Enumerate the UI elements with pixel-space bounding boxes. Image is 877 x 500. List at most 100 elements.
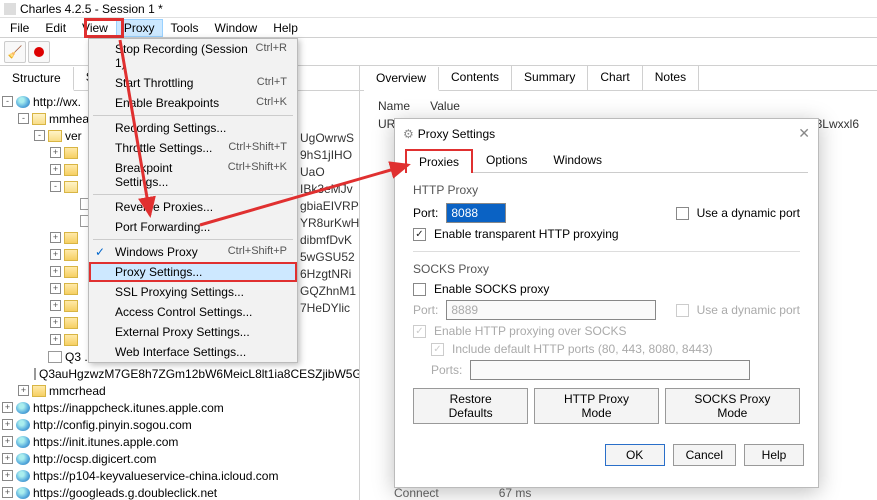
tree-expander[interactable]: + (2, 487, 13, 498)
tree-expander[interactable]: + (18, 385, 29, 396)
ok-button[interactable]: OK (605, 444, 665, 466)
menu-item-label: Port Forwarding... (115, 220, 210, 234)
tree-expander[interactable]: + (50, 334, 61, 345)
tree-expander[interactable]: + (50, 266, 61, 277)
status-row: Connect 67 ms (394, 486, 531, 500)
cancel-button[interactable]: Cancel (673, 444, 736, 466)
titlebar: Charles 4.2.5 - Session 1 * (0, 0, 877, 18)
folder-icon (64, 283, 78, 295)
menu-item[interactable]: Web Interface Settings... (89, 342, 297, 362)
menu-item[interactable]: ✓Windows ProxyCtrl+Shift+P (89, 242, 297, 262)
record-button[interactable] (28, 41, 50, 63)
tree-expander[interactable]: - (50, 181, 61, 192)
menu-item[interactable]: Start ThrottlingCtrl+T (89, 73, 297, 93)
dialog-title: Proxy Settings (418, 127, 495, 141)
ports-input (470, 360, 750, 380)
tab-structure[interactable]: Structure (0, 67, 74, 91)
tab-overview[interactable]: Overview (364, 67, 439, 91)
menu-file[interactable]: File (2, 19, 37, 37)
close-icon[interactable]: ✕ (798, 125, 810, 142)
menu-window[interactable]: Window (207, 19, 266, 37)
tree-expander[interactable]: + (50, 283, 61, 294)
dtab-proxies[interactable]: Proxies (405, 149, 473, 173)
include-default-ports-label: Include default HTTP ports (80, 443, 808… (452, 342, 713, 356)
tree-row[interactable]: +http://config.pinyin.sogou.com (2, 416, 357, 433)
dtab-windows[interactable]: Windows (540, 148, 615, 172)
http-proxy-mode-button[interactable]: HTTP Proxy Mode (534, 388, 658, 424)
tree-expander[interactable]: + (50, 147, 61, 158)
menu-item-label: Enable Breakpoints (115, 96, 219, 110)
tree-row[interactable]: +https://inappcheck.itunes.apple.com (2, 399, 357, 416)
http-port-input[interactable] (446, 203, 506, 223)
menu-item-label: Recording Settings... (115, 121, 226, 135)
app-icon (4, 3, 16, 15)
menu-shortcut: Ctrl+R (256, 42, 287, 70)
menu-item[interactable]: SSL Proxying Settings... (89, 282, 297, 302)
menu-view[interactable]: View (74, 19, 116, 37)
restore-defaults-button[interactable]: Restore Defaults (413, 388, 528, 424)
tree-expander[interactable]: + (50, 300, 61, 311)
file-icon (34, 368, 36, 380)
tree-row[interactable]: +https://p104-keyvalueservice-china.iclo… (2, 467, 357, 484)
tree-row[interactable]: +https://googleads.g.doubleclick.net (2, 484, 357, 500)
tree-row[interactable]: + http://ocsp.digicert.com (2, 450, 357, 467)
folder-icon (64, 249, 78, 261)
menu-item[interactable]: Breakpoint Settings...Ctrl+Shift+K (89, 158, 297, 192)
tab-contents[interactable]: Contents (439, 66, 512, 90)
menu-item[interactable]: External Proxy Settings... (89, 322, 297, 342)
transparent-checkbox[interactable] (413, 228, 426, 241)
tree-label: http://ocsp.digicert.com (33, 452, 156, 466)
menu-item[interactable]: Access Control Settings... (89, 302, 297, 322)
proxy-menu: Stop Recording (Session 1)Ctrl+RStart Th… (88, 38, 298, 363)
tree-expander[interactable]: + (50, 317, 61, 328)
menu-item[interactable]: Proxy Settings... (89, 262, 297, 282)
tree-expander[interactable]: - (34, 130, 45, 141)
menu-item[interactable]: Recording Settings... (89, 118, 297, 138)
tree-expander[interactable]: - (18, 113, 29, 124)
socks-dynamic-port-label: Use a dynamic port (697, 303, 800, 317)
menu-item[interactable]: Throttle Settings...Ctrl+Shift+T (89, 138, 297, 158)
globe-icon (16, 436, 30, 448)
window-title: Charles 4.2.5 - Session 1 * (20, 2, 163, 16)
menu-item[interactable]: Reverse Proxies... (89, 197, 297, 217)
tree-expander[interactable]: + (2, 419, 13, 430)
menu-item[interactable]: Port Forwarding... (89, 217, 297, 237)
proxy-settings-dialog: ⚙Proxy Settings ✕ Proxies Options Window… (394, 118, 819, 488)
enable-socks-checkbox[interactable] (413, 283, 426, 296)
menu-item-label: Web Interface Settings... (115, 345, 246, 359)
menu-item-label: Proxy Settings... (115, 265, 202, 279)
socks-port-label: Port: (413, 303, 438, 317)
tree-expander[interactable]: + (2, 453, 13, 464)
menu-item-label: Access Control Settings... (115, 305, 252, 319)
tree-expander[interactable]: - (2, 96, 13, 107)
tree-expander[interactable]: + (2, 470, 13, 481)
menu-help[interactable]: Help (265, 19, 306, 37)
tree-row[interactable]: Q3auHgzwzM7GE8h7ZGm12bW6MeicL8lt1ia8CESZ… (34, 365, 357, 382)
tree-expander[interactable]: + (2, 436, 13, 447)
menu-item-label: SSL Proxying Settings... (115, 285, 244, 299)
broom-icon[interactable]: 🧹 (4, 41, 26, 63)
tree-row[interactable]: +mmcrhead (18, 382, 357, 399)
tab-notes[interactable]: Notes (643, 66, 699, 90)
socks-proxy-mode-button[interactable]: SOCKS Proxy Mode (665, 388, 800, 424)
menu-item[interactable]: Stop Recording (Session 1)Ctrl+R (89, 39, 297, 73)
socks-dynamic-port-checkbox (676, 304, 689, 317)
globe-icon (16, 402, 30, 414)
dtab-options[interactable]: Options (473, 148, 540, 172)
tab-summary[interactable]: Summary (512, 66, 588, 90)
menu-item[interactable]: Enable BreakpointsCtrl+K (89, 93, 297, 113)
tree-row[interactable]: +https://init.itunes.apple.com (2, 433, 357, 450)
tab-chart[interactable]: Chart (588, 66, 642, 90)
help-button[interactable]: Help (744, 444, 804, 466)
http-over-socks-checkbox (413, 325, 426, 338)
tree-expander[interactable]: + (2, 402, 13, 413)
dynamic-port-checkbox[interactable] (676, 207, 689, 220)
tree-expander[interactable]: + (50, 249, 61, 260)
menu-proxy[interactable]: Proxy (116, 19, 163, 37)
tree-expander[interactable]: + (50, 164, 61, 175)
dynamic-port-label: Use a dynamic port (697, 206, 800, 220)
tree-expander[interactable]: + (50, 232, 61, 243)
globe-icon (16, 419, 30, 431)
menu-edit[interactable]: Edit (37, 19, 74, 37)
menu-tools[interactable]: Tools (163, 19, 207, 37)
